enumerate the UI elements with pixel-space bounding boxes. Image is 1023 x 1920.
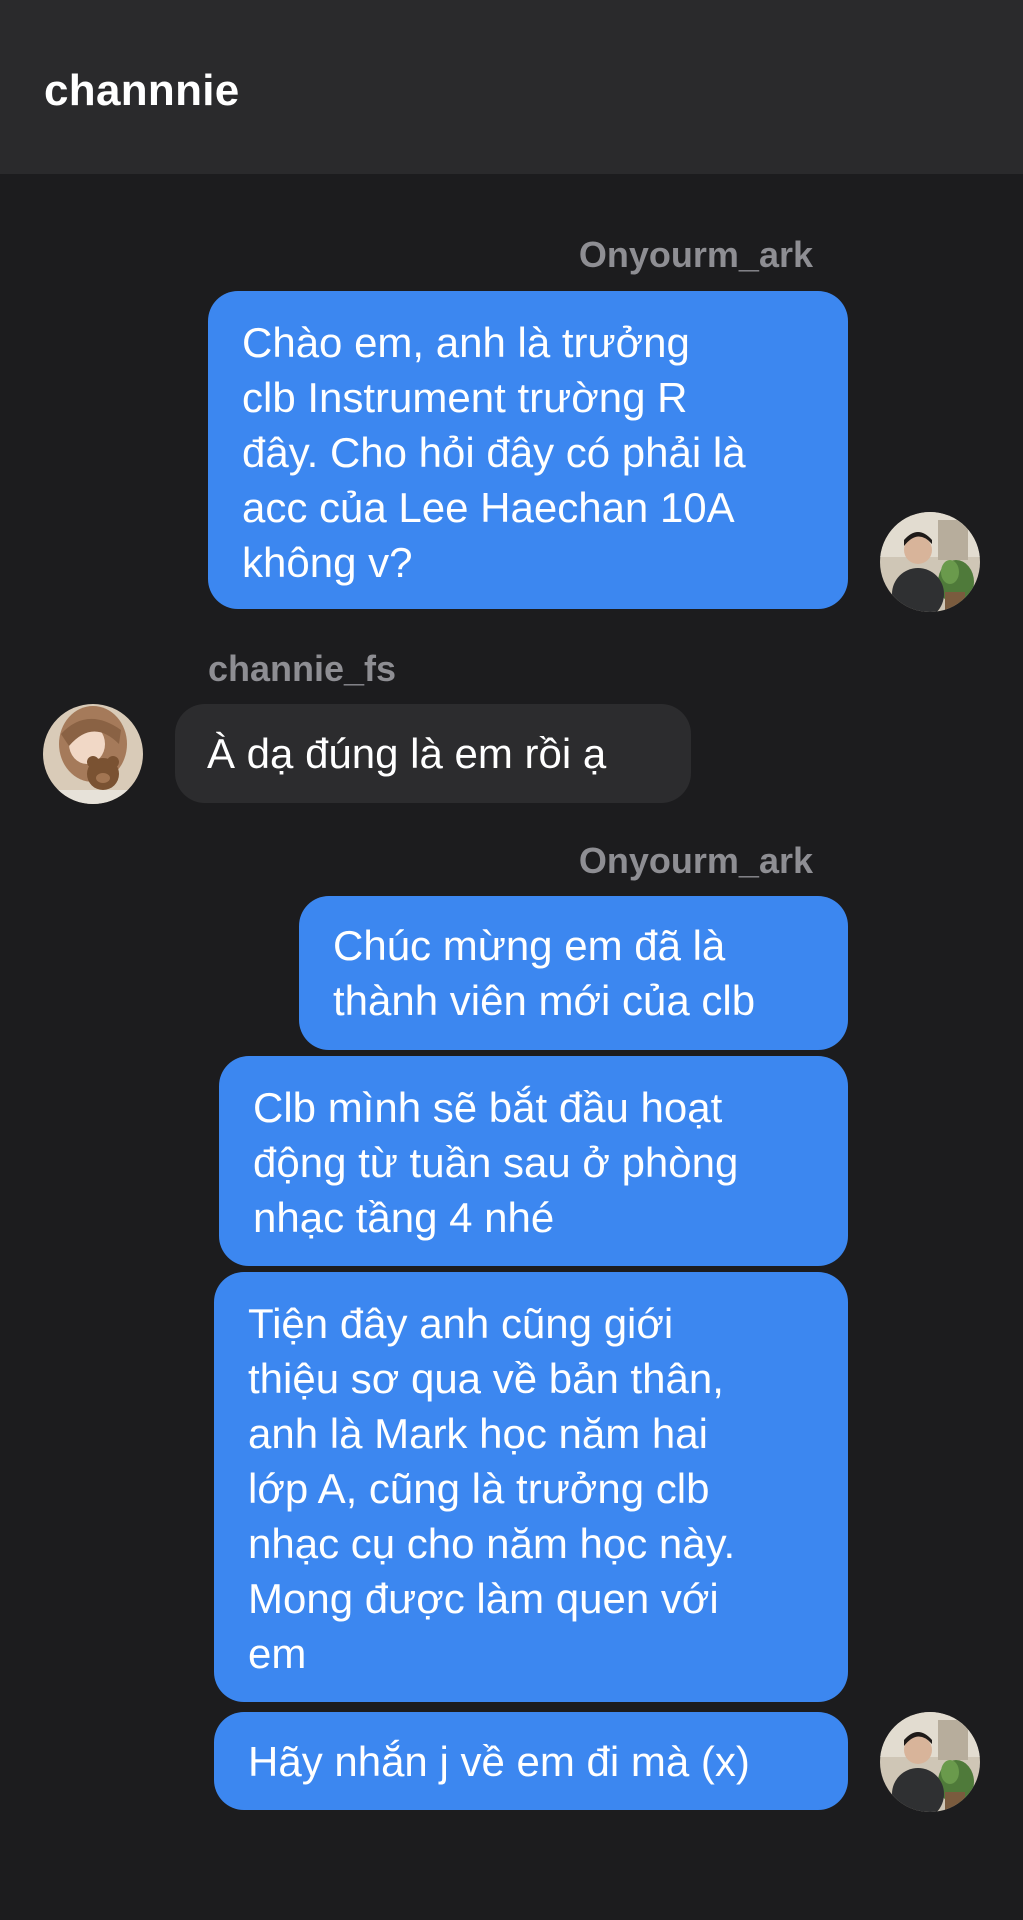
message-bubble-outgoing[interactable]: Chúc mừng em đã là thành viên mới của cl… [299, 896, 848, 1050]
boy-with-plant-avatar [880, 512, 980, 612]
chat-title: channnie [44, 66, 240, 115]
sender-avatar[interactable] [880, 1712, 980, 1812]
sender-name: channie_fs [208, 648, 397, 689]
sender-name: Onyourm_ark [578, 840, 813, 881]
boy-with-plant-avatar [880, 1712, 980, 1812]
girl-with-teddy-bear-avatar [43, 704, 143, 804]
chat-header: channnie [0, 0, 1023, 174]
message-bubble-incoming[interactable]: À dạ đúng là em rồi ạ [175, 704, 691, 803]
message-bubble-outgoing[interactable]: Tiện đây anh cũng giới thiệu sơ qua về b… [214, 1272, 848, 1702]
sender-avatar[interactable] [43, 704, 143, 804]
sender-name: Onyourm_ark [578, 234, 813, 275]
message-bubble-outgoing[interactable]: Chào em, anh là trưởng clb Instrument tr… [208, 291, 848, 609]
message-bubble-outgoing[interactable]: Clb mình sẽ bắt đầu hoạt động từ tuần sa… [219, 1056, 848, 1266]
sender-avatar[interactable] [880, 512, 980, 612]
message-bubble-outgoing[interactable]: Hãy nhắn j về em đi mà (x) [214, 1712, 848, 1810]
